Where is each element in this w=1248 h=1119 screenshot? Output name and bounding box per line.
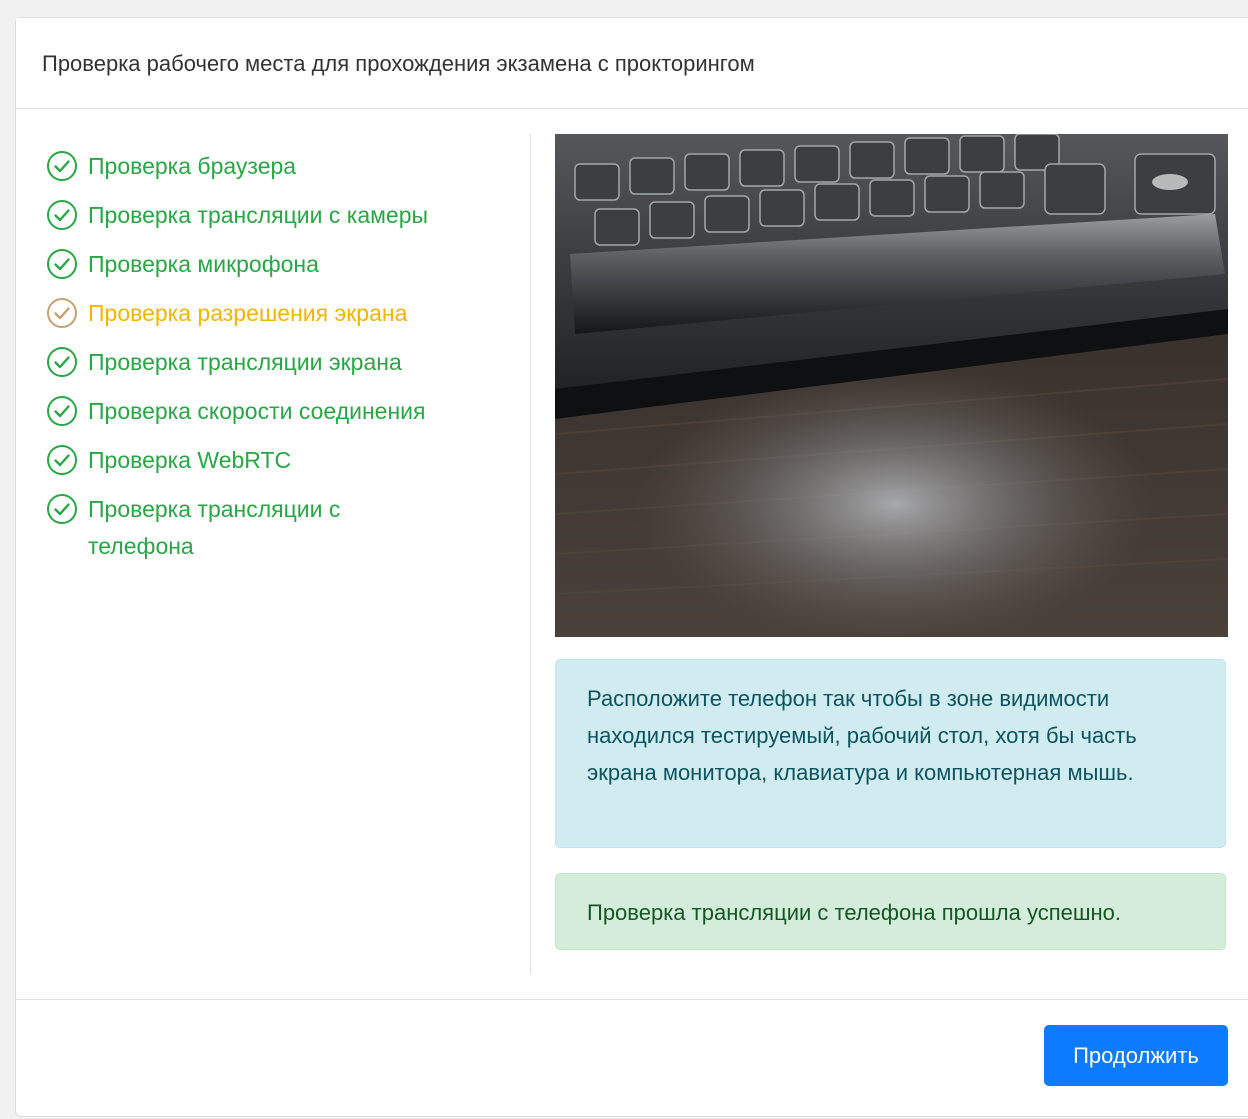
check-circle-icon [47,200,77,230]
continue-button[interactable]: Продолжить [1044,1025,1228,1086]
check-circle-icon [47,347,77,377]
success-alert: Проверка трансляции с телефона прошла ус… [555,873,1226,950]
card-header: Проверка рабочего места для прохождения … [16,18,1248,109]
check-circle-icon [47,445,77,475]
step-microphone: Проверка микрофона [46,246,486,283]
step-label: Проверка браузера [88,153,297,179]
step-browser: Проверка браузера [46,148,486,185]
step-label: Проверка трансляции экрана [88,349,402,375]
step-connection-speed: Проверка скорости соединения [46,393,486,430]
step-label: Проверка трансляции с камеры [88,202,429,228]
column-divider [530,134,531,974]
success-alert-text: Проверка трансляции с телефона прошла ус… [587,900,1122,925]
check-circle-icon [47,298,77,328]
check-circle-icon [47,396,77,426]
step-screen-stream: Проверка трансляции экрана [46,344,486,381]
check-circle-icon [47,151,77,181]
step-phone-stream: Проверка трансляции с телефона [46,491,386,565]
step-label: Проверка разрешения экрана [88,300,408,326]
check-card: Проверка рабочего места для прохождения … [15,17,1248,1117]
check-steps-list: Проверка браузера Проверка трансляции с … [46,148,486,577]
phone-camera-preview [555,134,1228,637]
info-alert: Расположите телефон так чтобы в зоне вид… [555,659,1226,848]
camera-frame-image [555,134,1228,637]
card-footer: Продолжить [16,999,1248,1119]
check-circle-icon [47,249,77,279]
step-label: Проверка микрофона [88,251,319,277]
step-webrtc: Проверка WebRTC [46,442,486,479]
step-label: Проверка трансляции с телефона [88,496,341,559]
step-label: Проверка WebRTC [88,447,292,473]
page-title: Проверка рабочего места для прохождения … [42,51,755,76]
step-screen-resolution: Проверка разрешения экрана [46,295,486,332]
step-camera: Проверка трансляции с камеры [46,197,486,234]
info-alert-text: Расположите телефон так чтобы в зоне вид… [587,686,1137,785]
step-label: Проверка скорости соединения [88,398,426,424]
check-circle-icon [47,494,77,524]
